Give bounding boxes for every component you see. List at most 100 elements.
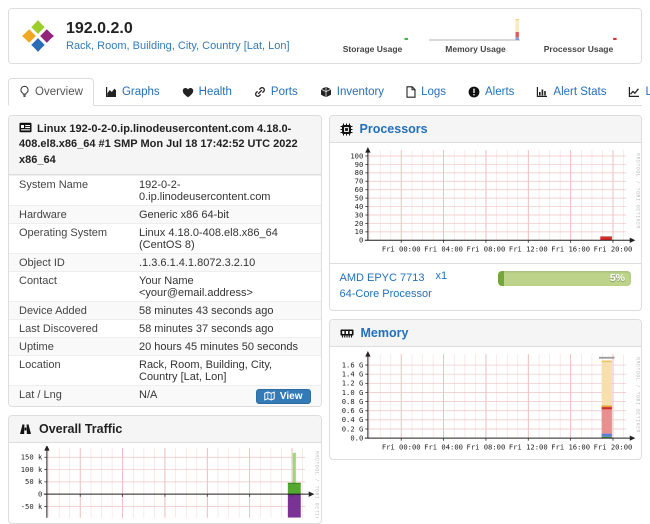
processors-title: Processors <box>360 122 428 136</box>
file-icon <box>406 86 416 98</box>
cpu-name-link[interactable]: AMD EPYC 7713 <box>340 272 425 284</box>
mini-graph-label: Memory Usage <box>427 44 524 54</box>
svg-text:Fri 04:00: Fri 04:00 <box>424 442 463 451</box>
info-value: Rack, Room, Building, City, Country [Lat… <box>139 359 272 383</box>
processor-row: AMD EPYC 7713 64-Core Processor x1 5% <box>330 263 642 310</box>
device-header: 192.0.2.0 Rack, Room, Building, City, Co… <box>8 8 642 64</box>
cpu-usage-bar: 5% <box>498 271 632 286</box>
svg-text:0: 0 <box>358 236 362 245</box>
svg-text:RRDTOOL / TOBI OETIKER: RRDTOOL / TOBI OETIKER <box>634 153 640 229</box>
memory-usage-mini-chart <box>427 17 524 44</box>
processors-heading[interactable]: Processors <box>330 116 642 143</box>
tab-label: Latency <box>645 86 650 98</box>
tab-label: Overview <box>35 86 83 98</box>
system-description: Linux 192-0-2-0.ip.linodeusercontent.com… <box>19 123 298 166</box>
info-label: Contact <box>9 272 129 302</box>
overall-traffic-heading: Overall Traffic <box>9 416 321 443</box>
svg-text:Fri 20:00: Fri 20:00 <box>593 245 632 254</box>
lightbulb-icon <box>19 85 30 98</box>
overall-traffic-panel: Overall Traffic 150 k 100 k 50 k 0 -50 k RRDT… <box>8 415 322 524</box>
header-mini-graph-memory-usage[interactable]: Memory Usage <box>427 17 524 54</box>
memory-graph[interactable]: 1.6 G1.4 G1.2 G1.0 G0.8 G0.6 G0.4 G0.2 G… <box>331 350 641 455</box>
tab-alerts[interactable]: Alerts <box>457 79 525 106</box>
svg-text:0.0: 0.0 <box>350 433 363 442</box>
info-value: 58 minutes 43 seconds ago <box>139 305 274 317</box>
bar-chart-icon <box>536 86 548 98</box>
info-value: Generic x86 64-bit <box>139 209 229 221</box>
info-row-uptime: Uptime20 hours 45 minutes 50 seconds <box>9 338 321 356</box>
tab-graphs[interactable]: Graphs <box>94 79 171 106</box>
svg-text:RRDTOOL / TOBI OETIKER: RRDTOOL / TOBI OETIKER <box>634 357 640 433</box>
device-location-link[interactable]: Rack, Room, Building, City, Country [Lat… <box>66 40 290 52</box>
system-info-heading: Linux 192-0-2-0.ip.linodeusercontent.com… <box>9 116 321 175</box>
info-row-lat-lng: Lat / LngN/AView <box>9 386 321 407</box>
cpu-desc-link[interactable]: 64-Core Processor <box>340 288 432 300</box>
tab-label: Inventory <box>337 86 384 98</box>
centos-logo-icon <box>21 19 55 53</box>
svg-text:100 k: 100 k <box>21 465 43 474</box>
address-card-icon <box>19 122 32 133</box>
device-title: 192.0.2.0 <box>66 20 290 38</box>
processors-panel: Processors 1009080706050403020100Fri 00:… <box>329 115 643 311</box>
tab-alert-stats[interactable]: Alert Stats <box>525 79 617 106</box>
svg-text:RRDTOOL / TOBI OETIKER: RRDTOOL / TOBI OETIKER <box>313 451 319 518</box>
processors-graph[interactable]: 1009080706050403020100Fri 00:00Fri 04:00… <box>331 146 641 258</box>
svg-text:1.2 G: 1.2 G <box>341 378 363 387</box>
info-row-location: Location Rack, Room, Building, City, Coun… <box>9 356 321 386</box>
tab-label: Alert Stats <box>553 86 606 98</box>
info-row-last-discovered: Last Discovered58 minutes 37 seconds ago <box>9 320 321 338</box>
header-mini-graph-processor-usage[interactable]: Processor Usage <box>530 17 627 54</box>
tab-label: Alerts <box>485 86 514 98</box>
tab-ports[interactable]: Ports <box>243 79 309 106</box>
svg-text:0.4 G: 0.4 G <box>341 415 363 424</box>
cpu-usage-fill <box>498 271 505 286</box>
info-label: Location <box>9 356 129 386</box>
tab-overview[interactable]: Overview <box>8 78 94 106</box>
info-label: Lat / Lng <box>9 386 129 407</box>
tab-latency[interactable]: Latency <box>617 79 650 106</box>
svg-text:0.8 G: 0.8 G <box>341 397 363 406</box>
svg-text:0: 0 <box>38 490 42 499</box>
svg-text:50 k: 50 k <box>25 477 43 486</box>
tab-health[interactable]: Health <box>171 79 243 106</box>
svg-text:Fri 00:00: Fri 00:00 <box>381 442 420 451</box>
mini-graph-label: Storage Usage <box>324 44 421 54</box>
svg-text:Fri 00:00: Fri 00:00 <box>381 245 420 254</box>
tab-label: Health <box>199 86 232 98</box>
memory-title: Memory <box>361 326 409 340</box>
svg-text:Fri 20:00: Fri 20:00 <box>593 442 632 451</box>
alert-circle-icon <box>468 86 480 98</box>
memory-heading[interactable]: Memory <box>330 320 642 347</box>
cpu-usage-percent: 5% <box>610 271 625 286</box>
svg-text:150 k: 150 k <box>21 453 43 462</box>
microchip-icon <box>340 123 353 136</box>
memory-icon <box>340 327 354 339</box>
svg-text:Fri 04:00: Fri 04:00 <box>424 245 463 254</box>
memory-panel: Memory 1.6 G1.4 G1.2 G1.0 G0.8 G0.6 G0.4… <box>329 319 643 461</box>
svg-text:Fri 12:00: Fri 12:00 <box>508 442 547 451</box>
svg-text:1.6 G: 1.6 G <box>341 360 363 369</box>
header-mini-graph-storage-usage[interactable]: Storage Usage <box>324 17 421 54</box>
info-row-device-added: Device Added58 minutes 43 seconds ago <box>9 302 321 320</box>
traffic-graph[interactable]: 150 k 100 k 50 k 0 -50 k RRDTOOL / TOBI OETIK… <box>10 446 320 518</box>
storage-usage-mini-chart <box>324 17 421 44</box>
info-value: Your Name <your@email.address> <box>139 275 253 299</box>
svg-text:-50 k: -50 k <box>21 502 43 511</box>
info-label: System Name <box>9 176 129 206</box>
map-icon <box>264 391 275 401</box>
svg-text:1.0 G: 1.0 G <box>341 388 363 397</box>
svg-text:Fri 08:00: Fri 08:00 <box>466 442 505 451</box>
info-row-contact: Contact Your Name <your@email.address> <box>9 272 321 302</box>
tab-logs[interactable]: Logs <box>395 79 457 106</box>
view-location-button[interactable]: View <box>256 389 311 404</box>
tab-inventory[interactable]: Inventory <box>309 79 395 106</box>
svg-text:0.6 G: 0.6 G <box>341 406 363 415</box>
info-row-operating-system: Operating SystemLinux 4.18.0-408.el8.x86… <box>9 224 321 254</box>
mini-graph-label: Processor Usage <box>530 44 627 54</box>
device-tabbar: Overview Graphs Health Ports Inventory Logs Al… <box>8 73 642 106</box>
svg-text:Fri 12:00: Fri 12:00 <box>508 245 547 254</box>
view-button-label: View <box>280 391 303 402</box>
link-icon <box>254 86 266 98</box>
info-label: Object ID <box>9 254 129 272</box>
binoculars-icon <box>19 423 32 435</box>
